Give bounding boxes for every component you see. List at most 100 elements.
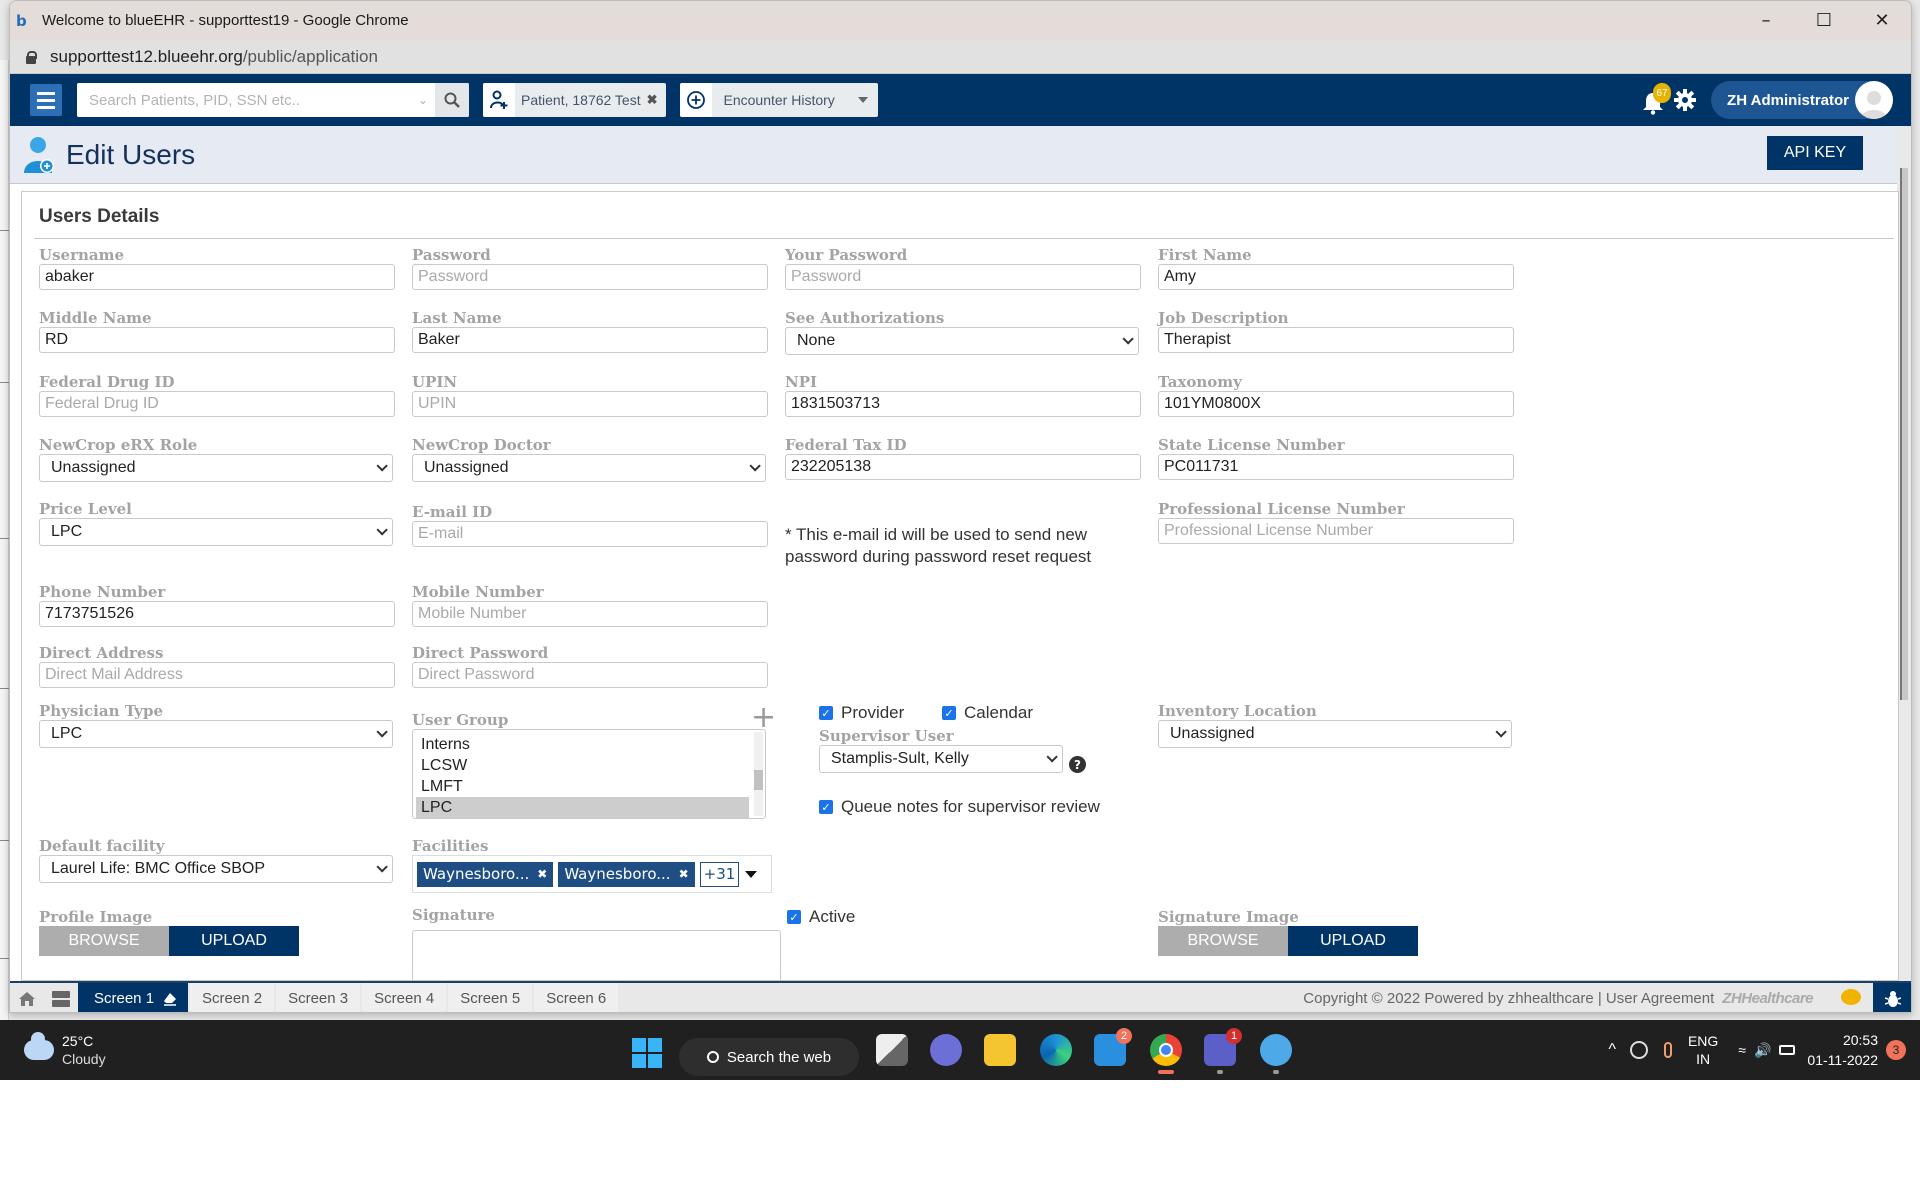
tab-screen-1[interactable]: Screen 1 bbox=[78, 983, 189, 1012]
password-input[interactable] bbox=[412, 264, 768, 290]
notifications-button[interactable]: 67 bbox=[1641, 83, 1672, 115]
email-input[interactable] bbox=[412, 521, 768, 547]
job-description-input[interactable] bbox=[1158, 327, 1514, 353]
add-user-group-icon[interactable]: + bbox=[751, 703, 776, 733]
caret-down-icon[interactable] bbox=[745, 871, 757, 878]
address-bar[interactable]: supporttest12.blueehr.org/public/applica… bbox=[10, 40, 1911, 74]
last-name-input[interactable] bbox=[412, 327, 768, 353]
help-icon[interactable]: ? bbox=[1069, 756, 1086, 773]
taxonomy-input[interactable] bbox=[1158, 391, 1514, 417]
newcrop-role-select[interactable]: Unassigned bbox=[39, 454, 393, 482]
signature-browse-button[interactable]: BROWSE bbox=[1158, 926, 1288, 956]
menu-toggle-button[interactable] bbox=[30, 84, 62, 116]
api-key-button[interactable]: API KEY bbox=[1767, 136, 1863, 170]
tab-screen-5[interactable]: Screen 5 bbox=[448, 983, 533, 1012]
federal-tax-id-input[interactable] bbox=[785, 454, 1141, 480]
teams-icon[interactable]: 1 bbox=[1204, 1028, 1242, 1074]
user-group-option[interactable]: LCSW bbox=[416, 755, 749, 776]
first-name-input[interactable] bbox=[1158, 264, 1514, 290]
phone-input[interactable] bbox=[39, 601, 395, 627]
direct-password-input[interactable] bbox=[412, 662, 768, 688]
facilities-multiselect[interactable]: Waynesboro... ✖ Waynesboro... ✖ +31 bbox=[412, 855, 772, 893]
page-scrollbar[interactable] bbox=[1897, 126, 1911, 986]
calendar-checkbox[interactable]: ✓ Calendar bbox=[942, 703, 1033, 723]
screens-toggle-icon[interactable] bbox=[44, 983, 78, 1012]
teams-chat-icon[interactable] bbox=[930, 1034, 962, 1066]
scrollbar-thumb[interactable] bbox=[1900, 168, 1908, 700]
microphone-icon[interactable] bbox=[1663, 1042, 1672, 1058]
your-password-input[interactable] bbox=[785, 264, 1141, 290]
price-level-select[interactable]: LPC bbox=[39, 518, 393, 546]
start-button[interactable] bbox=[632, 1038, 662, 1068]
middle-name-input[interactable] bbox=[39, 327, 395, 353]
clock[interactable]: 20:53 01-11-2022 bbox=[1807, 1030, 1878, 1070]
minimize-button[interactable]: – bbox=[1737, 1, 1795, 40]
taskbar-search[interactable]: Search the web bbox=[679, 1038, 859, 1076]
tab-screen-4[interactable]: Screen 4 bbox=[362, 983, 447, 1012]
battery-icon[interactable] bbox=[1779, 1045, 1796, 1055]
user-group-option[interactable]: LMFT bbox=[416, 776, 749, 797]
task-view-icon[interactable] bbox=[876, 1034, 908, 1066]
language-indicator[interactable]: ENG IN bbox=[1688, 1032, 1718, 1068]
mail-icon[interactable]: 2 bbox=[1094, 1028, 1132, 1066]
provider-checkbox[interactable]: ✓ Provider bbox=[819, 703, 904, 723]
url-text[interactable]: supporttest12.blueehr.org/public/applica… bbox=[50, 47, 378, 67]
active-patient-chip[interactable]: Patient, 18762 Test ✖ bbox=[483, 83, 666, 117]
newcrop-doctor-select[interactable]: Unassigned bbox=[412, 454, 766, 482]
more-facilities-count[interactable]: +31 bbox=[699, 861, 740, 887]
user-group-listbox[interactable]: Interns LCSW LMFT LPC bbox=[412, 729, 766, 819]
tab-screen-6[interactable]: Screen 6 bbox=[534, 983, 619, 1012]
profile-browse-button[interactable]: BROWSE bbox=[39, 926, 169, 956]
user-menu[interactable]: ZH Administrator bbox=[1711, 81, 1893, 119]
npi-input[interactable] bbox=[785, 391, 1141, 417]
close-window-button[interactable]: ✕ bbox=[1853, 1, 1911, 40]
search-dropdown-chevron-icon[interactable]: ⌄ bbox=[411, 83, 435, 117]
paint-icon[interactable] bbox=[1260, 1034, 1292, 1074]
edge-icon[interactable] bbox=[1040, 1034, 1072, 1066]
tab-screen-2[interactable]: Screen 2 bbox=[190, 983, 275, 1012]
listbox-scrollbar[interactable] bbox=[754, 732, 763, 816]
supervisor-user-select[interactable]: Stamplis-Sult, Kelly bbox=[819, 745, 1063, 773]
volume-icon[interactable]: 🔊 bbox=[1754, 1042, 1771, 1059]
home-button[interactable] bbox=[10, 983, 44, 1012]
file-explorer-icon[interactable] bbox=[984, 1034, 1016, 1066]
default-facility-select[interactable]: Laurel Life: BMC Office SBOP bbox=[39, 855, 393, 883]
see-authorizations-select[interactable]: None bbox=[785, 327, 1139, 355]
queue-notes-checkbox[interactable]: ✓ Queue notes for supervisor review bbox=[819, 797, 1100, 817]
chat-bubble-icon[interactable] bbox=[1841, 989, 1861, 1005]
user-group-option-selected[interactable]: LPC bbox=[416, 797, 749, 818]
mobile-input[interactable] bbox=[412, 601, 768, 627]
professional-license-input[interactable] bbox=[1158, 518, 1514, 544]
tab-screen-3[interactable]: Screen 3 bbox=[276, 983, 361, 1012]
report-bug-button[interactable] bbox=[1873, 983, 1911, 1012]
close-patient-icon[interactable]: ✖ bbox=[647, 92, 666, 108]
copyright-text[interactable]: Copyright © 2022 Powered by zhhealthcare… bbox=[1303, 990, 1714, 1007]
state-license-input[interactable] bbox=[1158, 454, 1514, 480]
settings-gear-icon[interactable] bbox=[1673, 88, 1697, 112]
remove-tag-icon[interactable]: ✖ bbox=[679, 867, 689, 881]
wifi-icon[interactable]: ≈ bbox=[1738, 1042, 1746, 1058]
signature-upload-button[interactable]: UPLOAD bbox=[1288, 926, 1418, 956]
search-button[interactable] bbox=[435, 83, 469, 117]
inventory-location-select[interactable]: Unassigned bbox=[1158, 720, 1512, 748]
notification-center-badge[interactable]: 3 bbox=[1886, 1040, 1906, 1060]
user-group-option[interactable]: Interns bbox=[416, 734, 749, 755]
sync-icon[interactable] bbox=[1629, 1041, 1648, 1059]
signature-label: Signature bbox=[412, 906, 495, 924]
encounter-history-dropdown[interactable]: Encounter History bbox=[679, 83, 878, 117]
username-input[interactable] bbox=[39, 264, 395, 290]
upin-input[interactable] bbox=[412, 391, 768, 417]
signature-pad[interactable] bbox=[412, 930, 781, 980]
maximize-button[interactable]: ☐ bbox=[1795, 1, 1853, 40]
direct-address-input[interactable] bbox=[39, 662, 395, 688]
physician-type-select[interactable]: LPC bbox=[39, 720, 393, 748]
chrome-icon[interactable] bbox=[1150, 1034, 1182, 1074]
profile-upload-button[interactable]: UPLOAD bbox=[169, 926, 299, 956]
remove-tag-icon[interactable]: ✖ bbox=[537, 867, 547, 881]
patient-search-input[interactable] bbox=[77, 83, 411, 117]
federal-drug-id-input[interactable] bbox=[39, 391, 395, 417]
eraser-icon[interactable] bbox=[162, 992, 178, 1006]
active-checkbox[interactable]: ✓ Active bbox=[787, 907, 855, 927]
weather-widget[interactable]: 25°C Cloudy bbox=[24, 1032, 106, 1068]
show-hidden-icons-chevron-icon[interactable]: ^ bbox=[1608, 1041, 1616, 1059]
